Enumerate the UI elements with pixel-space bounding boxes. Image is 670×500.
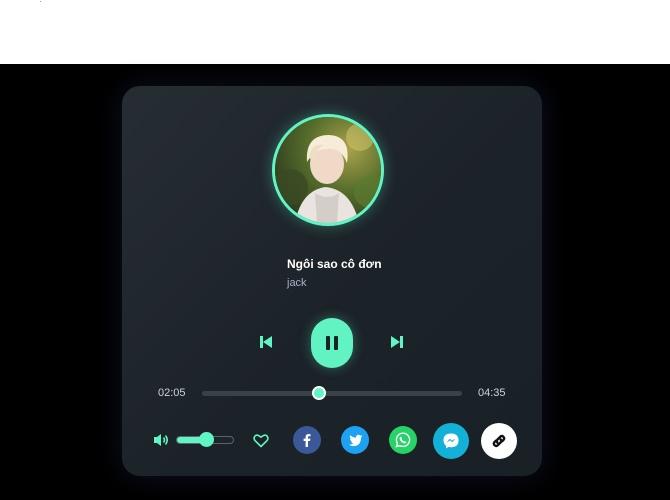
track-title: Ngôi sao cô đơn (287, 257, 382, 271)
twitter-icon (348, 434, 362, 446)
favorite-button[interactable] (252, 431, 270, 449)
share-whatsapp-button[interactable] (389, 426, 417, 454)
link-icon (492, 434, 506, 448)
whatsapp-icon (395, 432, 411, 448)
pause-icon (326, 336, 338, 350)
album-art (272, 114, 384, 226)
share-twitter-button[interactable] (341, 426, 369, 454)
play-pause-button[interactable] (311, 318, 353, 368)
top-strip (0, 0, 670, 64)
volume-thumb[interactable] (198, 432, 214, 447)
current-time: 02:05 (158, 387, 186, 399)
share-facebook-button[interactable] (293, 426, 321, 454)
volume-button[interactable] (153, 432, 171, 448)
facebook-icon (303, 434, 311, 447)
progress-bar[interactable] (202, 386, 462, 400)
skip-next-icon (391, 336, 403, 348)
share-messenger-button[interactable] (433, 423, 469, 459)
album-art-image (275, 117, 381, 223)
volume-slider[interactable] (176, 432, 234, 447)
copy-link-button[interactable] (481, 423, 517, 459)
previous-button[interactable] (256, 332, 276, 352)
speaker-icon (154, 434, 169, 446)
next-button[interactable] (387, 332, 407, 352)
messenger-icon (443, 433, 459, 449)
track-artist: jack (287, 277, 307, 289)
duration: 04:35 (478, 387, 506, 399)
skip-previous-icon (260, 336, 272, 348)
progress-thumb[interactable] (312, 386, 326, 400)
heart-outline-icon (253, 433, 269, 447)
stray-dot (40, 1, 41, 2)
